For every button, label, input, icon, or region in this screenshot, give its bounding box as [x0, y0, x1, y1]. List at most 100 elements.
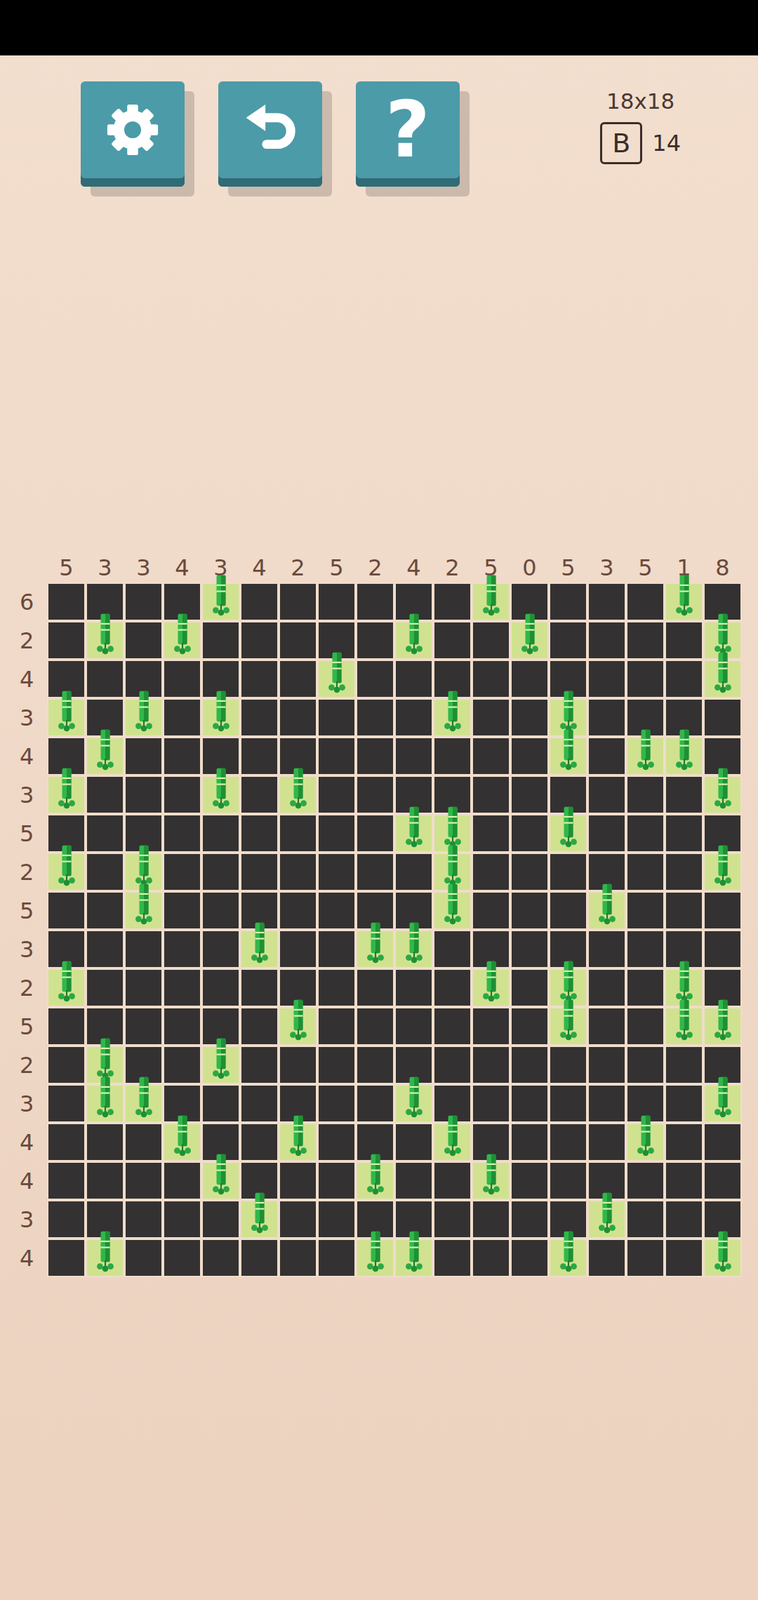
- grid-cell[interactable]: [85, 852, 125, 892]
- grid-cell[interactable]: [433, 582, 472, 622]
- grid-cell[interactable]: [471, 659, 511, 699]
- tree-cell[interactable]: [703, 852, 742, 892]
- grid-cell[interactable]: [124, 582, 163, 622]
- grid-cell[interactable]: [587, 582, 627, 622]
- grid-cell[interactable]: [394, 659, 434, 699]
- tree-cell[interactable]: [85, 736, 125, 776]
- tree-cell[interactable]: [433, 698, 472, 737]
- grid-cell[interactable]: [162, 852, 202, 892]
- grid-cell[interactable]: [587, 968, 627, 1008]
- grid-cell[interactable]: [355, 968, 395, 1008]
- grid-cell[interactable]: [317, 775, 356, 815]
- grid-cell[interactable]: [162, 929, 202, 969]
- grid-cell[interactable]: [626, 968, 665, 1008]
- tree-cell[interactable]: [394, 814, 434, 853]
- grid-cell[interactable]: [471, 775, 511, 815]
- tree-cell[interactable]: [162, 1122, 202, 1162]
- grid-cell[interactable]: [433, 1161, 472, 1201]
- undo-button[interactable]: [218, 81, 323, 187]
- grid-cell[interactable]: [355, 1007, 395, 1046]
- grid-cell[interactable]: [317, 891, 356, 930]
- grid-cell[interactable]: [278, 698, 318, 737]
- grid-cell[interactable]: [278, 1045, 318, 1085]
- grid-cell[interactable]: [85, 1122, 125, 1162]
- grid-cell[interactable]: [278, 852, 318, 892]
- tree-cell[interactable]: [394, 1084, 434, 1123]
- grid-cell[interactable]: [162, 775, 202, 815]
- grid-cell[interactable]: [240, 1007, 279, 1046]
- grid-cell[interactable]: [278, 1238, 318, 1278]
- grid-cell[interactable]: [162, 814, 202, 853]
- grid-cell[interactable]: [626, 852, 665, 892]
- tree-cell[interactable]: [548, 736, 588, 776]
- grid-cell[interactable]: [85, 775, 125, 815]
- grid-cell[interactable]: [240, 736, 279, 776]
- grid-cell[interactable]: [278, 1161, 318, 1201]
- grid-cell[interactable]: [510, 929, 549, 969]
- grid-cell[interactable]: [317, 852, 356, 892]
- grid-cell[interactable]: [124, 968, 163, 1008]
- grid-cell[interactable]: [433, 1007, 472, 1046]
- grid-cell[interactable]: [510, 1161, 549, 1201]
- tree-cell[interactable]: [394, 929, 434, 969]
- tree-cell[interactable]: [355, 929, 395, 969]
- grid-cell[interactable]: [664, 891, 704, 930]
- grid-cell[interactable]: [47, 1045, 86, 1085]
- help-button[interactable]: ?: [355, 81, 460, 187]
- grid-cell[interactable]: [394, 1007, 434, 1046]
- tree-cell[interactable]: [278, 1122, 318, 1162]
- grid-cell[interactable]: [201, 968, 241, 1008]
- tree-cell[interactable]: [703, 1238, 742, 1278]
- tree-cell[interactable]: [433, 891, 472, 930]
- grid-cell[interactable]: [587, 736, 627, 776]
- grid-cell[interactable]: [124, 1200, 163, 1239]
- grid-cell[interactable]: [355, 1045, 395, 1085]
- tree-cell[interactable]: [548, 1238, 588, 1278]
- grid-cell[interactable]: [471, 1045, 511, 1085]
- tree-cell[interactable]: [47, 852, 86, 892]
- grid-cell[interactable]: [510, 814, 549, 853]
- tree-cell[interactable]: [471, 968, 511, 1008]
- grid-cell[interactable]: [471, 1007, 511, 1046]
- grid-cell[interactable]: [240, 621, 279, 660]
- grid-cell[interactable]: [240, 814, 279, 853]
- grid-cell[interactable]: [587, 1122, 627, 1162]
- grid-cell[interactable]: [278, 621, 318, 660]
- grid-cell[interactable]: [355, 582, 395, 622]
- grid-cell[interactable]: [626, 1161, 665, 1201]
- tree-cell[interactable]: [278, 1007, 318, 1046]
- tree-cell[interactable]: [85, 1238, 125, 1278]
- grid-cell[interactable]: [433, 1200, 472, 1239]
- tree-cell[interactable]: [664, 1007, 704, 1046]
- tree-cell[interactable]: [471, 1161, 511, 1201]
- grid-cell[interactable]: [548, 852, 588, 892]
- grid-cell[interactable]: [162, 736, 202, 776]
- grid-cell[interactable]: [471, 1200, 511, 1239]
- grid-cell[interactable]: [162, 1161, 202, 1201]
- grid-cell[interactable]: [394, 1122, 434, 1162]
- grid-cell[interactable]: [162, 659, 202, 699]
- grid-cell[interactable]: [510, 775, 549, 815]
- tree-cell[interactable]: [510, 621, 549, 660]
- grid-cell[interactable]: [278, 929, 318, 969]
- tree-cell[interactable]: [201, 582, 241, 622]
- grid-cell[interactable]: [626, 814, 665, 853]
- grid-cell[interactable]: [240, 1122, 279, 1162]
- grid-cell[interactable]: [124, 775, 163, 815]
- grid-cell[interactable]: [240, 659, 279, 699]
- tree-cell[interactable]: [664, 736, 704, 776]
- grid-cell[interactable]: [317, 1238, 356, 1278]
- grid-cell[interactable]: [47, 621, 86, 660]
- grid-cell[interactable]: [664, 1200, 704, 1239]
- grid-cell[interactable]: [355, 736, 395, 776]
- grid-cell[interactable]: [124, 621, 163, 660]
- grid-cell[interactable]: [85, 968, 125, 1008]
- grid-cell[interactable]: [664, 659, 704, 699]
- grid-cell[interactable]: [355, 621, 395, 660]
- grid-cell[interactable]: [317, 698, 356, 737]
- grid-cell[interactable]: [510, 698, 549, 737]
- grid-cell[interactable]: [626, 929, 665, 969]
- grid-cell[interactable]: [394, 968, 434, 1008]
- tree-cell[interactable]: [85, 621, 125, 660]
- grid-cell[interactable]: [317, 1161, 356, 1201]
